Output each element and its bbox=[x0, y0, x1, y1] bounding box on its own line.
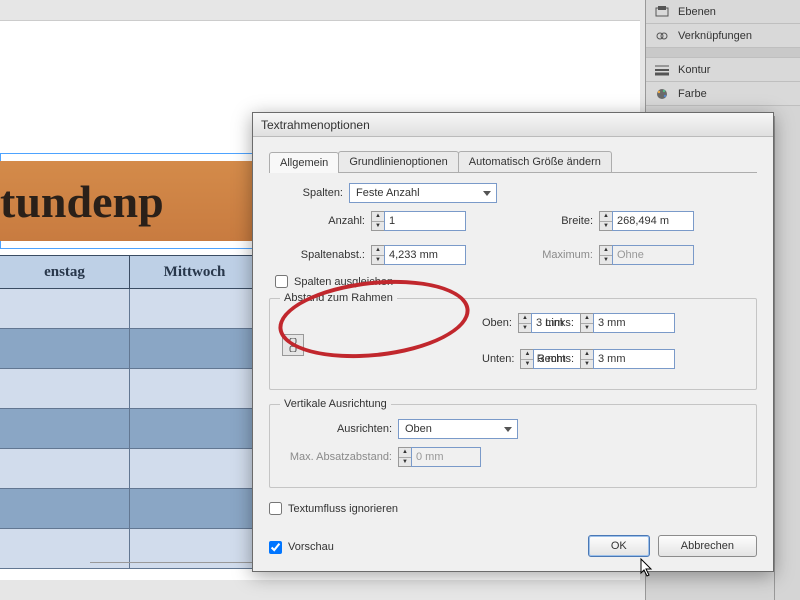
color-icon bbox=[654, 86, 670, 102]
spinner-buttons[interactable]: ▲▼ bbox=[599, 211, 613, 231]
inset-legend: Abstand zum Rahmen bbox=[280, 292, 397, 304]
para-spacing-input: 0 mm bbox=[411, 447, 481, 467]
spinner-buttons: ▲▼ bbox=[398, 447, 412, 467]
panel-verknuepfungen[interactable]: Verknüpfungen bbox=[646, 24, 800, 48]
vj-legend: Vertikale Ausrichtung bbox=[280, 398, 391, 410]
table-header-row: enstag Mittwoch bbox=[0, 255, 260, 289]
spinner-buttons[interactable]: ▲▼ bbox=[371, 211, 385, 231]
table-row bbox=[0, 289, 260, 329]
spinner-buttons: ▲▼ bbox=[599, 245, 613, 265]
spinner-buttons[interactable]: ▲▼ bbox=[580, 349, 594, 369]
table-row bbox=[0, 449, 260, 489]
tab-general[interactable]: Allgemein bbox=[269, 152, 339, 173]
inset-spacing-group: Abstand zum Rahmen Oben: ▲▼3 mm Links: ▲… bbox=[269, 298, 757, 390]
columns-label: Spalten: bbox=[275, 187, 343, 199]
dialog-tabs: Allgemein Grundlinienoptionen Automatisc… bbox=[269, 151, 757, 173]
checkbox-label: Vorschau bbox=[288, 541, 334, 553]
panel-kontur[interactable]: Kontur bbox=[646, 58, 800, 82]
day-header: enstag bbox=[0, 256, 130, 288]
panel-label: Kontur bbox=[678, 64, 710, 76]
right-input[interactable]: 3 mm bbox=[593, 349, 675, 369]
width-input[interactable]: 268,494 m bbox=[612, 211, 694, 231]
panel-label: Ebenen bbox=[678, 6, 716, 18]
table-row bbox=[0, 409, 260, 449]
bottom-label: Unten: bbox=[482, 353, 514, 365]
panel-farbe[interactable]: Farbe bbox=[646, 82, 800, 106]
ok-button[interactable]: OK bbox=[588, 535, 650, 557]
table-row bbox=[0, 369, 260, 409]
dialog-title: Textrahmenoptionen bbox=[253, 113, 773, 137]
columns-mode-select[interactable]: Feste Anzahl bbox=[349, 183, 497, 203]
balance-columns-checkbox[interactable]: Spalten ausgleichen bbox=[275, 275, 757, 288]
width-label: Breite: bbox=[525, 215, 593, 227]
links-input[interactable]: 3 mm bbox=[593, 313, 675, 333]
para-spacing-label: Max. Absatzabstand: bbox=[282, 451, 392, 463]
max-input: Ohne bbox=[612, 245, 694, 265]
select-value: Oben bbox=[405, 423, 432, 435]
day-header: Mittwoch bbox=[130, 256, 260, 288]
panel-ebenen[interactable]: Ebenen bbox=[646, 0, 800, 24]
links-icon bbox=[654, 28, 670, 44]
max-label: Maximum: bbox=[525, 249, 593, 261]
checkbox-label: Textumfluss ignorieren bbox=[288, 503, 398, 515]
title-text: tundenp bbox=[0, 175, 164, 228]
table-row bbox=[0, 329, 260, 369]
vertical-justification-group: Vertikale Ausrichtung Ausrichten: Oben M… bbox=[269, 404, 757, 488]
text-frame-options-dialog: Textrahmenoptionen Allgemein Grundlinien… bbox=[252, 112, 774, 572]
chain-icon bbox=[288, 338, 298, 352]
select-value: Feste Anzahl bbox=[356, 187, 420, 199]
preview-checkbox[interactable]: Vorschau bbox=[269, 541, 334, 554]
cancel-button[interactable]: Abbrechen bbox=[658, 535, 757, 557]
align-label: Ausrichten: bbox=[282, 423, 392, 435]
top-label: Oben: bbox=[482, 317, 512, 329]
ignore-wrap-checkbox[interactable]: Textumfluss ignorieren bbox=[269, 502, 757, 515]
panel-label: Verknüpfungen bbox=[678, 30, 752, 42]
count-label: Anzahl: bbox=[275, 215, 365, 227]
gap-label: Spaltenabst.: bbox=[275, 249, 365, 261]
tab-baseline[interactable]: Grundlinienoptionen bbox=[338, 151, 458, 172]
layers-icon bbox=[654, 4, 670, 20]
right-label: Rechts: bbox=[522, 353, 574, 365]
document-title-frame[interactable]: tundenp bbox=[0, 161, 260, 241]
spinner-buttons[interactable]: ▲▼ bbox=[371, 245, 385, 265]
gap-input[interactable]: 4,233 mm bbox=[384, 245, 466, 265]
collapsed-panel-strip[interactable] bbox=[774, 116, 800, 600]
table-row bbox=[0, 489, 260, 529]
link-insets-toggle[interactable] bbox=[282, 334, 304, 356]
tab-autosize[interactable]: Automatisch Größe ändern bbox=[458, 151, 612, 172]
align-select[interactable]: Oben bbox=[398, 419, 518, 439]
stroke-icon bbox=[654, 62, 670, 78]
panel-label: Farbe bbox=[678, 88, 707, 100]
count-input[interactable]: 1 bbox=[384, 211, 466, 231]
checkbox-label: Spalten ausgleichen bbox=[294, 276, 393, 288]
spinner-buttons[interactable]: ▲▼ bbox=[580, 313, 594, 333]
links-label: Links: bbox=[522, 317, 574, 329]
schedule-table bbox=[0, 289, 260, 569]
